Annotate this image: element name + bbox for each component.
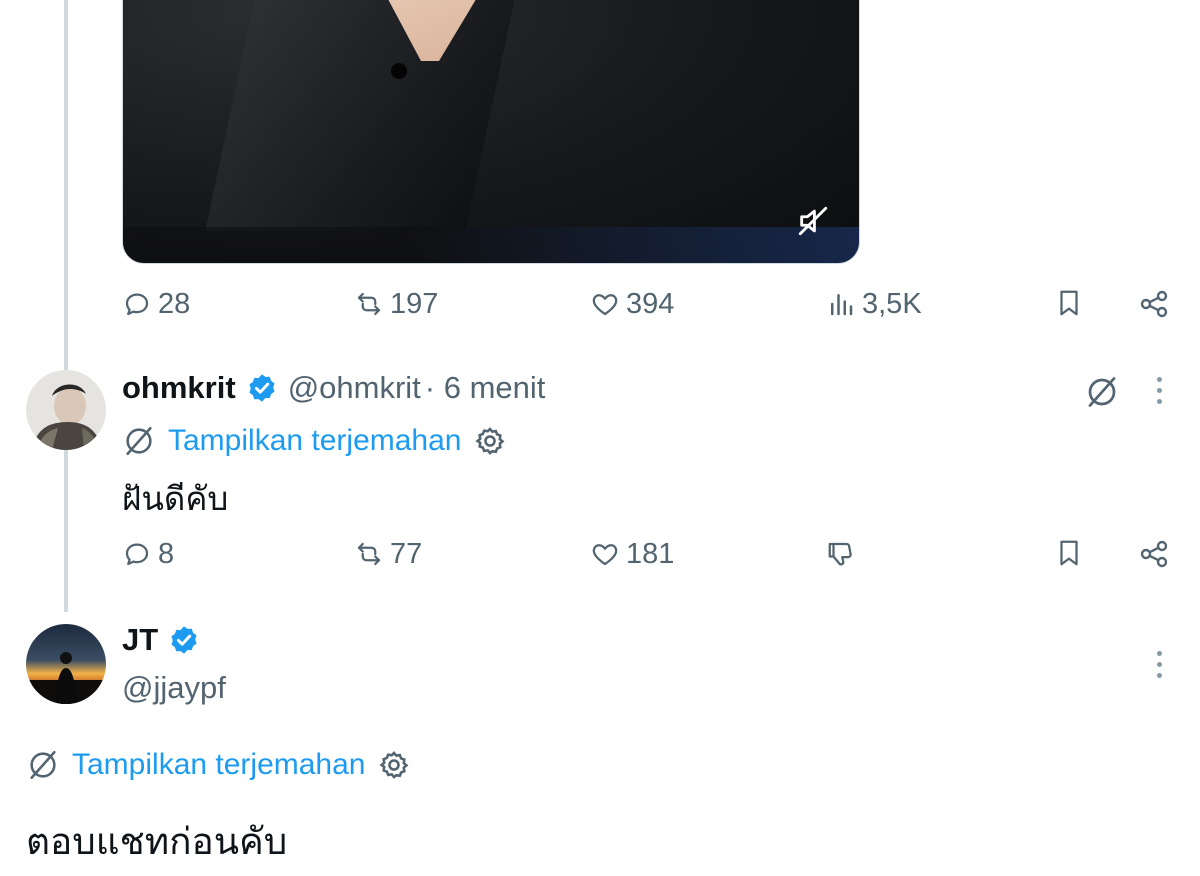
avatar-jjaypf[interactable] (26, 624, 106, 704)
reply1-show-translation-link[interactable]: Tampilkan terjemahan (168, 424, 461, 458)
gear-icon[interactable] (377, 748, 411, 782)
views-button[interactable]: 3,5K (826, 288, 922, 321)
bookmark-icon (1060, 540, 1078, 566)
share-icon (1140, 540, 1168, 568)
share-icon (1140, 290, 1168, 318)
video-frame-shirt (205, 0, 521, 231)
reply2-header: JT (122, 622, 200, 658)
reply1-header: ohmkrit @ohmkrit · 6 menit (122, 370, 545, 406)
reply2-show-translation-link[interactable]: Tampilkan terjemahan (72, 748, 365, 782)
reply-button[interactable]: 8 (122, 538, 174, 571)
reply1-display-name[interactable]: ohmkrit (122, 370, 236, 406)
repost-icon (357, 542, 381, 566)
thread-connector-line (64, 0, 68, 612)
verified-badge-icon (171, 626, 197, 654)
downvote-button[interactable] (826, 539, 856, 569)
more-icon[interactable] (1154, 651, 1164, 678)
verified-badge-icon (249, 374, 275, 402)
repost-count: 77 (390, 537, 423, 570)
bookmark-button[interactable] (1054, 538, 1084, 573)
repost-icon (357, 292, 381, 316)
reply1-action-bar: 8 77 181 (122, 534, 1184, 574)
reply-icon (125, 293, 149, 316)
translate-icon (126, 426, 152, 456)
bookmark-icon (1060, 290, 1078, 316)
tweet-video[interactable] (122, 0, 860, 264)
video-frame-button (391, 63, 407, 79)
share-button[interactable] (1138, 288, 1170, 325)
reply-button[interactable]: 28 (122, 288, 190, 321)
downvote-icon (828, 542, 852, 566)
like-button[interactable]: 394 (590, 288, 674, 321)
reply-count: 28 (158, 287, 191, 320)
avatar-ohmkrit[interactable] (26, 370, 106, 450)
muted-speaker-icon[interactable] (793, 201, 833, 241)
repost-button[interactable]: 77 (354, 538, 422, 571)
like-count: 394 (626, 287, 675, 320)
reply2-handle[interactable]: @jjaypf (122, 670, 226, 706)
gear-icon[interactable] (473, 424, 507, 458)
more-icon[interactable] (1154, 377, 1164, 404)
reply2-display-name[interactable]: JT (122, 622, 158, 658)
video-frame-background (123, 227, 859, 263)
translate-icon (30, 750, 56, 780)
heart-icon (592, 294, 618, 316)
translate-icon[interactable] (1084, 374, 1120, 410)
reply1-text: ฝันดีคับ (122, 479, 229, 518)
share-button[interactable] (1138, 538, 1170, 575)
views-icon (831, 294, 853, 316)
like-count: 181 (626, 537, 675, 570)
reply2-text: ตอบแชทก่อนคับ (26, 820, 288, 863)
tweet-action-bar: 28 197 394 3,5K (122, 284, 1184, 324)
reply1-handle[interactable]: @ohmkrit (288, 370, 421, 406)
reply-icon (125, 543, 149, 566)
reply2-translate-row: Tampilkan terjemahan (26, 748, 411, 782)
like-button[interactable]: 181 (590, 538, 674, 571)
reply1-translate-row: Tampilkan terjemahan (122, 424, 507, 458)
heart-icon (592, 544, 618, 566)
reply1-timestamp[interactable]: · 6 menit (425, 370, 546, 406)
reply-count: 8 (158, 537, 175, 570)
repost-count: 197 (390, 287, 439, 320)
repost-button[interactable]: 197 (354, 288, 438, 321)
views-count: 3,5K (862, 287, 922, 320)
bookmark-button[interactable] (1054, 288, 1084, 323)
